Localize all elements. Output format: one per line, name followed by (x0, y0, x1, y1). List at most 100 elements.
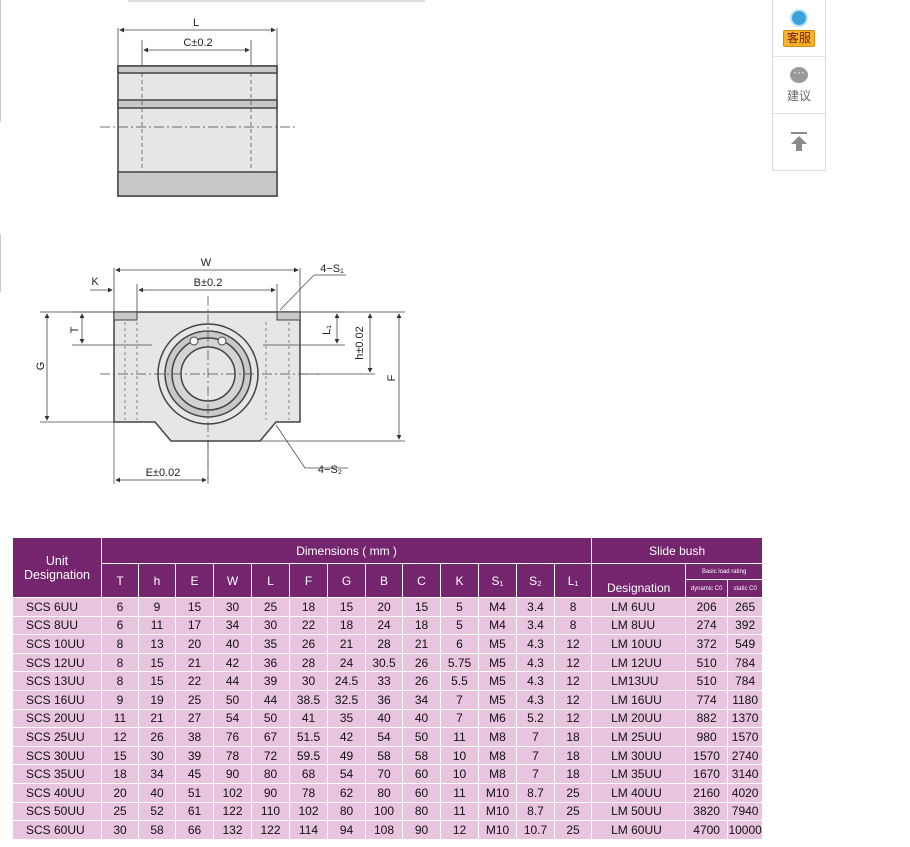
bush-designation-cell: LM 25UU (591, 727, 687, 747)
table-cell: 60 (402, 782, 441, 803)
table-cell: 58 (138, 820, 176, 840)
table-cell: 15 (327, 597, 366, 617)
dim-label-L: L (193, 17, 199, 29)
table-row: SCS 12UU 8 15 21 42 36 28 24 30.5 26 5.75 M5 4.3 12 LM… (12, 652, 764, 673)
table-cell: 882 (685, 708, 729, 729)
table-cell: 114 (289, 820, 328, 840)
table-cell: 35 (327, 708, 366, 729)
table-cell: 66 (175, 820, 214, 840)
table-cell: 30 (101, 820, 139, 840)
table-cell: 80 (327, 801, 366, 822)
table-cell: 10000 (727, 820, 764, 840)
table-cell: 90 (251, 782, 290, 803)
dim-label-C: C±0.2 (183, 37, 212, 49)
table-cell: M5 (478, 634, 517, 654)
table-cell: 22 (175, 671, 214, 691)
table-cell: 40 (138, 782, 176, 803)
header-col: S₁ (478, 563, 517, 598)
table-cell: 7940 (727, 801, 764, 822)
table-cell: M5 (478, 652, 517, 673)
table-cell: 40 (213, 634, 252, 654)
table-cell: 58 (365, 745, 403, 766)
table-row: SCS 16UU 9 19 25 50 44 38.5 32.5 36 34 7 M5 4.3 12 LM … (12, 689, 764, 710)
table-cell: 59.5 (289, 745, 328, 766)
suggestion-label: 建议 (786, 88, 811, 103)
table-cell: 25 (101, 801, 139, 822)
table-cell: 122 (251, 820, 290, 840)
dim-label-F: F (386, 374, 398, 381)
table-cell: 50 (213, 689, 252, 710)
unit-designation-cell: SCS 35UU (12, 764, 102, 784)
table-cell: 8.7 (516, 782, 555, 803)
table-cell: 38.5 (289, 689, 328, 710)
customer-service-button[interactable]: 客服 (773, 0, 825, 57)
table-cell: M10 (478, 801, 517, 822)
table-cell: 11 (440, 801, 479, 822)
table-cell: 67 (251, 727, 290, 747)
table-cell: 8 (101, 634, 139, 654)
unit-designation-cell: SCS 25UU (12, 727, 102, 747)
table-row: SCS 20UU 11 21 27 54 50 41 35 40 40 7 M6 5.2 12 LM 20U… (12, 708, 764, 729)
table-cell: 30 (251, 615, 290, 636)
table-cell: 3.4 (516, 615, 555, 636)
table-cell: 206 (685, 597, 729, 617)
table-cell: 49 (327, 745, 366, 766)
table-cell: 54 (365, 727, 403, 747)
unit-designation-cell: SCS 60UU (12, 820, 102, 840)
bush-designation-cell: LM 60UU (591, 820, 687, 840)
table-cell: 60 (402, 764, 441, 784)
bush-designation-cell: LM 10UU (591, 634, 687, 654)
table-cell: 5.5 (440, 671, 479, 691)
table-cell: 78 (289, 782, 328, 803)
table-cell: 4.3 (516, 689, 555, 710)
table-cell: 4.3 (516, 652, 555, 673)
table-cell: 1670 (685, 764, 729, 784)
table-cell: 44 (251, 689, 290, 710)
table-cell: 25 (553, 801, 593, 822)
table-cell: 45 (175, 764, 214, 784)
table-cell: 12 (553, 634, 593, 654)
dim-label-S1: 4−S₁ (320, 263, 344, 275)
header-dynamic: dynamic C0 (685, 579, 729, 598)
suggestion-button[interactable]: 建议 (773, 57, 825, 114)
table-cell: 20 (101, 782, 139, 803)
back-to-top-button[interactable] (773, 114, 825, 170)
table-cell: 108 (365, 820, 403, 840)
table-cell: 12 (553, 652, 593, 673)
table-cell: 42 (327, 727, 366, 747)
dim-label-E: E±0.02 (146, 467, 181, 479)
table-cell: 15 (402, 597, 441, 617)
table-cell: 9 (101, 689, 139, 710)
table-cell: 39 (175, 745, 214, 766)
table-cell: 7 (516, 764, 555, 784)
table-cell: 76 (213, 727, 252, 747)
table-cell: 54 (213, 708, 252, 729)
table-cell: 549 (727, 634, 764, 654)
table-cell: 21 (138, 708, 176, 729)
table-cell: 1370 (727, 708, 764, 729)
table-cell: 34 (402, 689, 441, 710)
table-cell: 18 (553, 727, 593, 747)
table-cell: 12 (101, 727, 139, 747)
table-cell: 15 (138, 652, 176, 673)
bush-designation-cell: LM 16UU (591, 689, 687, 710)
bush-designation-cell: LM 35UU (591, 764, 687, 784)
floating-toolbar: 客服 建议 (772, 0, 826, 171)
top-view (100, 27, 295, 197)
unit-designation-cell: SCS 40UU (12, 782, 102, 803)
table-cell: M10 (478, 782, 517, 803)
table-cell: 2160 (685, 782, 729, 803)
unit-designation-cell: SCS 20UU (12, 708, 102, 729)
unit-designation-cell: SCS 30UU (12, 745, 102, 766)
table-cell: 4.3 (516, 671, 555, 691)
table-cell: 90 (213, 764, 252, 784)
unit-designation-cell: SCS 10UU (12, 634, 102, 654)
table-cell: 784 (727, 671, 764, 691)
header-basic-load-rating: Basic load rating (685, 563, 764, 580)
table-cell: 12 (440, 820, 479, 840)
table-cell: 18 (101, 764, 139, 784)
table-cell: 13 (138, 634, 176, 654)
table-cell: 50 (402, 727, 441, 747)
table-cell: 30.5 (365, 652, 403, 673)
header-dimensions: Dimensions ( mm ) (100, 537, 593, 564)
